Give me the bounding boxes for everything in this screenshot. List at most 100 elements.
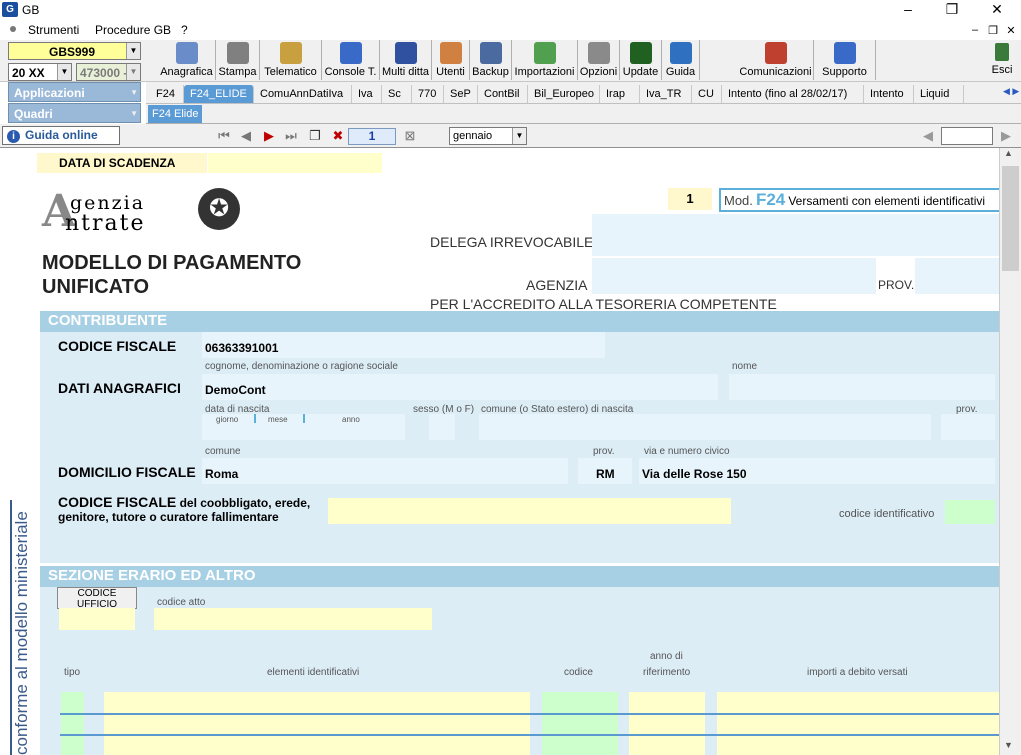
tabs-scroll-arrows-icon[interactable]: ◀ ▶ (1003, 86, 1019, 97)
delega-input[interactable] (592, 214, 999, 256)
codice-atto-input[interactable] (154, 608, 432, 630)
comune-nascita-input[interactable] (479, 414, 931, 440)
page-number-input[interactable]: 1 (348, 128, 396, 145)
next-page-icon[interactable]: ▶ (261, 128, 277, 144)
via-input[interactable]: Via delle Rose 150 (639, 458, 995, 484)
elementi-identificativi-hint: elementi identificativi (267, 667, 360, 678)
delega-label: DELEGA IRREVOCABILE A: (430, 234, 610, 250)
importi-input[interactable] (717, 692, 999, 755)
guida-online-button[interactable]: i Guida online (2, 126, 120, 145)
vertical-scrollbar[interactable]: ▲ ▼ (999, 148, 1021, 755)
tab-f24[interactable]: F24 (150, 85, 184, 103)
tab-f24-elide[interactable]: F24_ELIDE (184, 85, 254, 103)
tab-iva-tr[interactable]: Iva_TR (640, 85, 692, 103)
data-scadenza-input[interactable] (208, 153, 382, 173)
info-icon: i (7, 130, 20, 143)
comune-domicilio-input[interactable]: Roma (202, 458, 568, 484)
right-search-input[interactable] (941, 127, 993, 145)
previous-page-icon[interactable]: ◀ (238, 128, 254, 144)
month-select[interactable]: gennaio ▼ (449, 127, 527, 145)
mdi-restore-button[interactable]: ❐ (986, 24, 1000, 37)
copy-number: 1 (668, 188, 712, 210)
chevron-down-icon: ▼ (130, 88, 138, 97)
prov-domicilio-input[interactable]: RM (578, 458, 632, 484)
year-combo[interactable]: 20 XX ▼ (8, 63, 72, 81)
mdi-minimize-button[interactable]: – (968, 24, 982, 36)
tab-contbil[interactable]: ContBil (478, 85, 528, 103)
scroll-down-icon[interactable]: ▼ (1004, 740, 1013, 750)
tab-iva[interactable]: Iva (352, 85, 382, 103)
toolbar-console-t-button[interactable]: Console T. (322, 40, 380, 80)
toolbar-telematico-button[interactable]: Telematico (260, 40, 322, 80)
toolbar-anagrafica-button[interactable]: Anagrafica (158, 40, 216, 80)
company-combo[interactable]: GBS999 ▼ (8, 42, 141, 60)
prov-nascita-input[interactable] (941, 414, 995, 440)
subtab-f24-elide[interactable]: F24 Elide (148, 105, 203, 123)
toolbar-opzioni-button[interactable]: Opzioni (578, 40, 620, 80)
menu-procedure-gb[interactable]: Procedure GB (95, 23, 171, 37)
exit-button[interactable]: Esci (984, 40, 1020, 80)
codice-identificativo-input[interactable] (945, 500, 995, 524)
quadri-selector[interactable]: Quadri ▼ (8, 103, 141, 123)
tab-770[interactable]: 770 (412, 85, 444, 103)
comune-value: Roma (205, 467, 239, 481)
toolbar-comunicazioni-button[interactable]: Comunicazioni (738, 40, 814, 80)
toolbar-update-button[interactable]: Update (620, 40, 662, 80)
cognome-input[interactable]: DemoCont (202, 374, 718, 400)
comune-hint: comune (205, 446, 241, 457)
scroll-up-icon[interactable]: ▲ (1004, 148, 1013, 158)
coobbligato-cf-input[interactable] (328, 498, 731, 524)
agenzia-input[interactable] (592, 258, 876, 294)
toolbar-multi-ditta-button[interactable]: Multi ditta (380, 40, 432, 80)
m-icon (394, 42, 417, 64)
toolbar-guida-button[interactable]: Guida (662, 40, 700, 80)
scroll-right-icon[interactable]: ▶ (998, 128, 1014, 144)
last-page-icon[interactable]: ⏭ (283, 128, 299, 144)
toolbar-backup-button[interactable]: Backup (470, 40, 512, 80)
close-button[interactable]: ✕ (977, 0, 1017, 20)
codice-ufficio-button[interactable]: CODICE UFFICIO (57, 587, 137, 609)
codice-input[interactable] (542, 692, 618, 755)
codice-fiscale-input[interactable]: 06363391001 (202, 332, 605, 358)
tab-sc[interactable]: Sc (382, 85, 412, 103)
menu-strumenti[interactable]: Strumenti (28, 23, 79, 37)
first-page-icon[interactable]: ⏮ (216, 128, 232, 144)
copy-page-icon[interactable]: ❐ (307, 128, 323, 144)
row-divider-2 (60, 734, 999, 736)
agenzia-label: AGENZIA (526, 277, 588, 293)
tab-irap[interactable]: Irap (600, 85, 640, 103)
tab-intento-fino-al-28-02-17[interactable]: Intento (fino al 28/02/17) (722, 85, 864, 103)
tab-liquid[interactable]: Liquid (914, 85, 964, 103)
delete-page-icon[interactable]: ✖ (330, 128, 346, 144)
clear-page-icon[interactable]: ⊠ (402, 128, 418, 144)
tab-intento[interactable]: Intento (864, 85, 914, 103)
agenzia-prov-input[interactable] (915, 258, 999, 294)
contribuente-band: CONTRIBUENTE (40, 311, 999, 332)
tab-comuanndatiiva[interactable]: ComuAnnDatiIva (254, 85, 352, 103)
toolbar-supporto-button[interactable]: Supporto (814, 40, 876, 80)
sesso-input[interactable] (429, 414, 455, 440)
tab-bil-europeo[interactable]: Bil_Europeo (528, 85, 600, 103)
applicazioni-selector[interactable]: Applicazioni ▼ (8, 82, 141, 102)
nome-input[interactable] (729, 374, 995, 400)
elementi-identificativi-input[interactable] (104, 692, 530, 755)
code-combo[interactable]: 473000 - ▼ (76, 63, 141, 81)
toolbar-stampa-button[interactable]: Stampa (216, 40, 260, 80)
address-card-icon (175, 42, 198, 64)
tab-sep[interactable]: SeP (444, 85, 478, 103)
codice-ufficio-input[interactable] (59, 608, 135, 630)
scrollbar-thumb[interactable] (1002, 166, 1019, 271)
tipo-input[interactable] (61, 692, 84, 755)
scroll-left-icon[interactable]: ◀ (920, 128, 936, 144)
toolbar-utenti-button[interactable]: Utenti (432, 40, 470, 80)
anno-riferimento-input[interactable] (629, 692, 705, 755)
menu-help[interactable]: ? (181, 23, 188, 37)
maximize-button[interactable]: ❐ (932, 0, 972, 20)
data-nascita-input[interactable]: giorno mese anno (202, 414, 405, 440)
codice-hint: codice (564, 667, 593, 678)
mdi-close-button[interactable]: ✕ (1004, 24, 1018, 37)
tab-cu[interactable]: CU (692, 85, 722, 103)
minimize-button[interactable]: – (888, 0, 928, 20)
exit-door-icon (995, 43, 1009, 61)
toolbar-importazioni-button[interactable]: Importazioni (512, 40, 578, 80)
